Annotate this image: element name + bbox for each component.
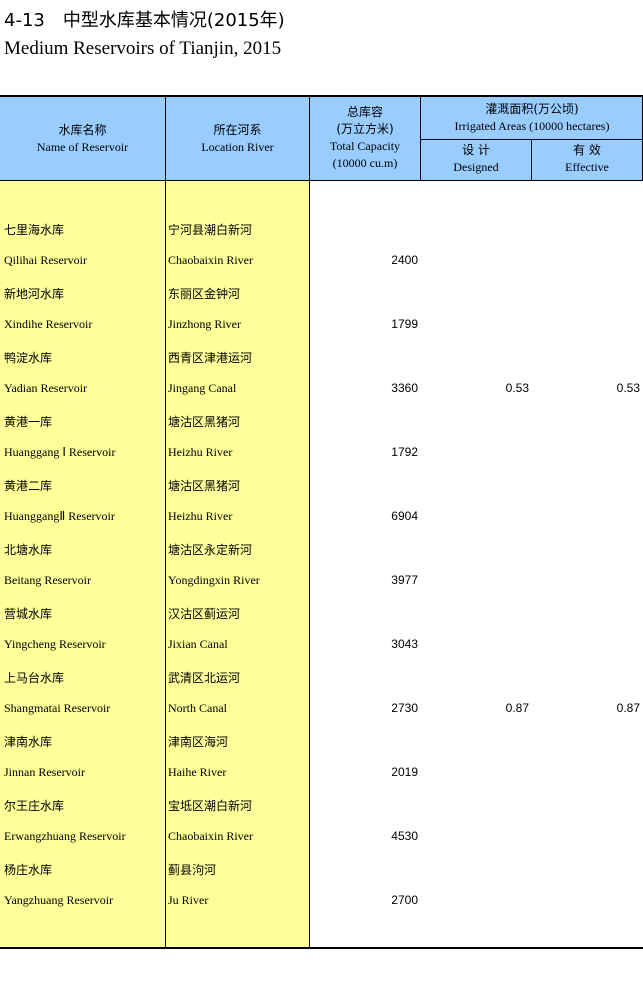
river-en: Ju River (168, 893, 209, 907)
header-effective-zh: 有 效 (573, 143, 601, 157)
reservoir-name-zh: 营城水库 (4, 607, 53, 621)
header-river: 所在河系 Location River (166, 122, 309, 156)
river-en: Heizhu River (168, 445, 233, 459)
reservoir-name-en: Huanggang Ⅰ Reservoir (4, 445, 116, 459)
river-zh: 塘沽区黑猪河 (168, 415, 241, 429)
reservoir-name-en: Yingcheng Reservoir (4, 637, 106, 651)
capacity-value: 2019 (391, 765, 418, 779)
column-divider (309, 97, 310, 947)
header-capacity-en2: (10000 cu.m) (332, 156, 398, 170)
river-en: North Canal (168, 701, 227, 715)
river-zh: 津南区海河 (168, 735, 229, 749)
reservoir-name-zh: 杨庄水库 (4, 863, 53, 877)
river-zh: 塘沽区黑猪河 (168, 479, 241, 493)
river-zh: 蓟县泃河 (168, 863, 217, 877)
header-river-en: Location River (201, 140, 274, 154)
header-effective: 有 效 Effective (532, 142, 642, 176)
designed-value: 0.53 (505, 381, 529, 395)
table-title-zh: 4-13 中型水库基本情况(2015年) (4, 10, 285, 31)
header-designed: 设 计 Designed (421, 142, 531, 176)
capacity-value: 2400 (391, 253, 418, 267)
capacity-value: 6904 (391, 509, 418, 523)
header-capacity-en1: Total Capacity (329, 139, 401, 153)
header-effective-en: Effective (565, 160, 609, 174)
capacity-value: 3043 (391, 637, 418, 651)
header-irrigated-zh: 灌溉面积(万公顷) (485, 102, 579, 116)
reservoir-name-zh: 七里海水库 (4, 223, 65, 237)
reservoir-name-en: Yangzhuang Reservoir (4, 893, 114, 907)
capacity-value: 1792 (391, 445, 418, 459)
reservoir-name-en: Beitang Reservoir (4, 573, 91, 587)
subheader-rule (420, 139, 643, 140)
capacity-value: 4530 (391, 829, 418, 843)
header-capacity-zh2: (万立方米) (336, 122, 394, 136)
reservoir-name-en: Yadian Reservoir (4, 381, 88, 395)
reservoir-name-zh: 津南水库 (4, 735, 53, 749)
river-en: Jixian Canal (168, 637, 228, 651)
river-zh: 东丽区金钟河 (168, 287, 241, 301)
header-designed-zh: 设 计 (462, 143, 490, 157)
river-zh: 武清区北运河 (168, 671, 241, 685)
header-capacity-zh1: 总库容 (346, 105, 383, 119)
designed-value: 0.87 (505, 701, 529, 715)
header-capacity: 总库容 (万立方米) Total Capacity (10000 cu.m) (310, 104, 420, 172)
header-irrigated-en: Irrigated Areas (10000 hectares) (454, 119, 610, 133)
reservoir-name-en: Jinnan Reservoir (4, 765, 85, 779)
capacity-value: 2700 (391, 893, 418, 907)
river-zh: 宝坻区潮白新河 (168, 799, 253, 813)
river-en: Jingang Canal (168, 381, 237, 395)
reservoir-name-zh: 上马台水库 (4, 671, 65, 685)
reservoir-name-zh: 北塘水库 (4, 543, 53, 557)
reservoir-name-en: Qilihai Reservoir (4, 253, 87, 267)
header-name: 水库名称 Name of Reservoir (0, 122, 165, 156)
capacity-value: 2730 (391, 701, 418, 715)
river-zh: 汉沽区蓟运河 (168, 607, 241, 621)
river-en: Heizhu River (168, 509, 233, 523)
reservoir-name-zh: 新地河水库 (4, 287, 65, 301)
river-zh: 西青区津港运河 (168, 351, 253, 365)
reservoir-name-zh: 尔王庄水库 (4, 799, 65, 813)
river-en: Jinzhong River (168, 317, 241, 331)
header-rule (0, 180, 643, 181)
reservoir-name-en: Xindihe Reservoir (4, 317, 93, 331)
river-zh: 宁河县潮白新河 (168, 223, 253, 237)
header-name-en: Name of Reservoir (36, 140, 129, 154)
reservoir-name-en: HuanggangⅡ Reservoir (4, 509, 115, 523)
effective-value: 0.87 (616, 701, 640, 715)
header-river-zh: 所在河系 (213, 123, 262, 137)
river-en: Haihe River (168, 765, 227, 779)
header-designed-en: Designed (453, 160, 499, 174)
reservoir-name-en: Shangmatai Reservoir (4, 701, 111, 715)
effective-value: 0.53 (616, 381, 640, 395)
reservoir-name-en: Erwangzhuang Reservoir (4, 829, 126, 843)
river-en: Chaobaixin River (168, 253, 253, 267)
reservoir-name-zh: 黄港二库 (4, 479, 53, 493)
capacity-value: 1799 (391, 317, 418, 331)
river-en: Yongdingxin River (168, 573, 260, 587)
table-title-en: Medium Reservoirs of Tianjin, 2015 (4, 38, 282, 59)
capacity-value: 3360 (391, 381, 418, 395)
bottom-rule (0, 947, 643, 949)
reservoir-name-zh: 黄港一库 (4, 415, 53, 429)
river-en: Chaobaixin River (168, 829, 253, 843)
column-divider (165, 97, 166, 947)
header-irrigated: 灌溉面积(万公顷) Irrigated Areas (10000 hectare… (421, 101, 643, 135)
header-name-zh: 水库名称 (58, 123, 107, 137)
capacity-value: 3977 (391, 573, 418, 587)
reservoir-name-zh: 鸭淀水库 (4, 351, 53, 365)
river-zh: 塘沽区永定新河 (168, 543, 253, 557)
